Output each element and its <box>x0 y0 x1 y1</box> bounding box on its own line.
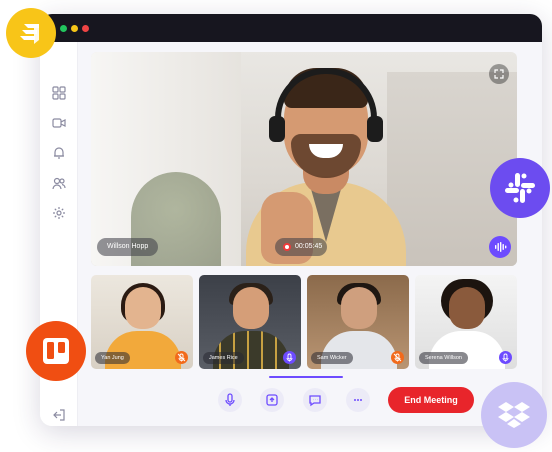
mic-muted-icon[interactable] <box>391 351 404 364</box>
trello-icon <box>26 321 86 381</box>
chat-icon <box>309 395 321 407</box>
video-camera-icon[interactable] <box>52 116 66 130</box>
gear-icon[interactable] <box>52 206 66 220</box>
app-window: Willson Hopp 00:05:45 Yan Jung James Ric… <box>40 14 542 426</box>
participant-tile[interactable]: James Rice <box>199 275 301 369</box>
title-bar <box>40 14 542 42</box>
share-screen-button[interactable] <box>260 388 284 412</box>
microphone-icon[interactable] <box>283 351 296 364</box>
users-icon[interactable] <box>52 176 66 190</box>
window-minimize-button[interactable] <box>71 25 78 32</box>
meeting-area: Willson Hopp 00:05:45 Yan Jung James Ric… <box>78 42 542 426</box>
share-screen-icon <box>266 394 278 406</box>
slack-icon <box>490 158 550 218</box>
mic-muted-icon[interactable] <box>175 351 188 364</box>
participant-name: Serena Willson <box>419 352 468 364</box>
speaker-name-label: Willson Hopp <box>97 238 159 256</box>
audio-wave-icon[interactable] <box>489 236 511 258</box>
recording-icon <box>283 243 291 251</box>
bell-icon[interactable] <box>52 146 66 160</box>
window-close-button[interactable] <box>82 25 89 32</box>
active-tab-indicator <box>269 376 343 378</box>
participant-tile[interactable]: Serena Willson <box>415 275 517 369</box>
stage: Willson Hopp 00:05:45 Yan Jung James Ric… <box>0 0 552 452</box>
microphone-button[interactable] <box>218 388 242 412</box>
participant-name: Yan Jung <box>95 352 130 364</box>
more-icon <box>354 399 362 401</box>
participant-name: James Rice <box>203 352 244 364</box>
logout-icon[interactable] <box>52 408 66 422</box>
speaker-video-feed <box>241 62 411 266</box>
window-maximize-button[interactable] <box>60 25 67 32</box>
participant-name: Sam Wicker <box>311 352 353 364</box>
grid-icon[interactable] <box>52 86 66 100</box>
chat-button[interactable] <box>303 388 327 412</box>
participant-tile[interactable]: Sam Wicker <box>307 275 409 369</box>
microphone-icon[interactable] <box>499 351 512 364</box>
jira-icon <box>6 8 56 58</box>
recording-timer: 00:05:45 <box>275 238 327 256</box>
main-video: Willson Hopp 00:05:45 <box>91 52 517 266</box>
headset <box>275 68 377 138</box>
timer-text: 00:05:45 <box>295 243 323 250</box>
end-meeting-button[interactable]: End Meeting <box>388 387 474 413</box>
microphone-icon <box>225 393 235 406</box>
expand-icon[interactable] <box>489 64 509 84</box>
participant-tile[interactable]: Yan Jung <box>91 275 193 369</box>
more-options-button[interactable] <box>346 388 370 412</box>
dropbox-icon <box>481 382 547 448</box>
